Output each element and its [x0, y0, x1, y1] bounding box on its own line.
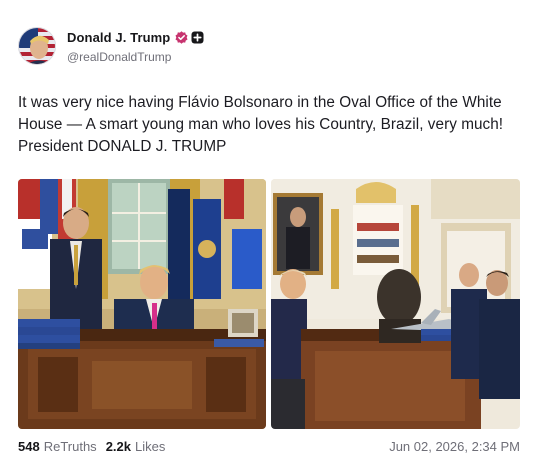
name-row: Donald J. Trump: [67, 29, 204, 47]
post-timestamp[interactable]: Jun 02, 2026, 2:34 PM: [389, 439, 520, 454]
retruths-count: 548: [18, 438, 40, 454]
photo-oval-office-desk[interactable]: [18, 179, 266, 429]
media-gallery: [18, 179, 520, 429]
post-header: Donald J. Trump @realDonaldTrump: [18, 24, 204, 68]
author-names: Donald J. Trump @realDonaldTrump: [67, 29, 204, 64]
photo-oval-office-visitors[interactable]: [271, 179, 520, 429]
retruths-label: ReTruths: [43, 438, 97, 454]
display-name[interactable]: Donald J. Trump: [67, 30, 170, 45]
plus-badge-icon: [191, 31, 204, 44]
verified-badge-icon: [175, 31, 188, 44]
retruths-stat[interactable]: 548 ReTruths: [18, 439, 97, 454]
likes-count: 2.2k: [105, 438, 131, 454]
avatar[interactable]: [18, 27, 56, 65]
truth-post: Donald J. Trump @realDonaldTrump It was …: [0, 0, 534, 462]
likes-label: Likes: [135, 438, 166, 454]
likes-stat[interactable]: 2.2k Likes: [106, 439, 166, 454]
post-text: It was very nice having Flávio Bolsonaro…: [18, 94, 504, 155]
author-handle[interactable]: @realDonaldTrump: [67, 50, 204, 64]
post-footer: 548 ReTruths 2.2k Likes Jun 02, 2026, 2:…: [18, 438, 520, 454]
